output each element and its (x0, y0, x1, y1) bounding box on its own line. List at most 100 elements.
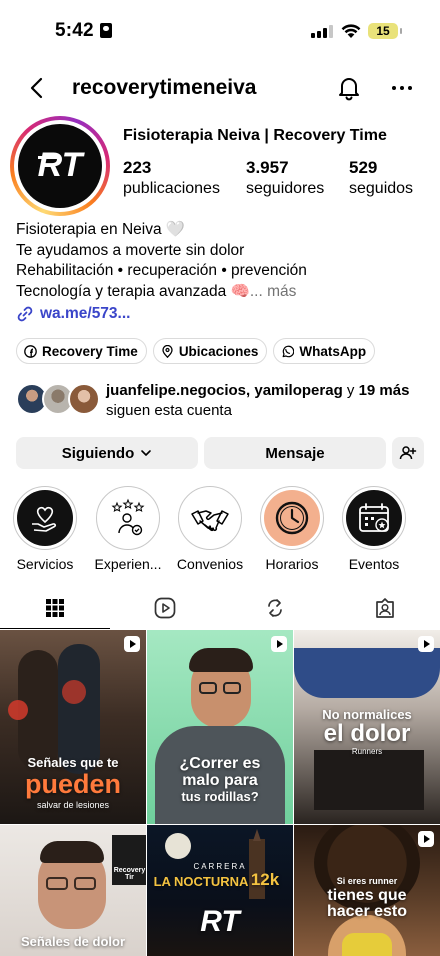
reels-icon (154, 597, 176, 619)
display-name: Fisioterapia Neiva | Recovery Time (123, 127, 387, 144)
rating-stars-icon (111, 498, 145, 536)
reel-icon (418, 831, 434, 847)
bio-line: Fisioterapia en Neiva 🤍 (16, 221, 186, 238)
post-caption: Si eres runner (336, 876, 398, 886)
post-thumbnail[interactable]: No normalices el dolor Runners (294, 630, 440, 824)
chip-facebook-label: Recovery Time (42, 343, 138, 359)
post-thumbnail[interactable]: Si eres runner tienes que hacer esto (294, 825, 440, 956)
tab-tagged[interactable] (330, 587, 440, 629)
status-bar: 5:42 15 (0, 0, 440, 62)
follower-avatar (68, 383, 100, 415)
posts-grid: Señales que te pueden salvar de lesiones… (0, 630, 440, 956)
clock-icon (275, 501, 309, 535)
stat-following[interactable]: 529 seguidos (349, 157, 413, 199)
message-button[interactable]: Mensaje (204, 437, 386, 469)
chip-locations[interactable]: Ubicaciones (152, 338, 268, 364)
stat-posts-value: 223 (123, 158, 152, 177)
highlight-services[interactable]: Servicios (5, 486, 85, 572)
mutual-followers-names: juanfelipe.negocios, yamiloperag (106, 382, 343, 399)
status-time: 5:42 (55, 20, 94, 41)
tab-reels[interactable] (110, 587, 220, 629)
highlight-schedule[interactable]: Horarios (252, 486, 332, 572)
highlight-label: Experien... (94, 556, 162, 572)
more-options-icon[interactable] (389, 75, 415, 101)
mutual-followers-others: 19 más (358, 382, 410, 399)
reposts-icon (268, 599, 282, 617)
post-caption: Runners (351, 747, 383, 756)
chevron-down-icon (141, 450, 152, 456)
reel-icon (124, 636, 140, 652)
stat-followers-label: seguidores (246, 180, 325, 197)
post-thumbnail[interactable]: Recovery Tir Señales de dolor (0, 825, 146, 956)
highlight-label: Convenios (176, 556, 244, 572)
post-caption: Señales de dolor (20, 934, 126, 949)
reel-icon (418, 636, 434, 652)
post-caption: salvar de lesiones (36, 800, 110, 810)
profile-link-text: wa.me/573... (40, 305, 131, 322)
add-person-icon (399, 446, 417, 460)
story-highlights: Servicios Experien... Convenios Horarios… (0, 486, 440, 576)
handshake-icon (191, 510, 229, 532)
bio-more-link[interactable]: ... más (250, 283, 297, 300)
link-icon (17, 306, 33, 322)
post-thumbnail[interactable]: ¿Correr es malo para tus rodillas? (147, 630, 293, 824)
bio-line: Tecnología y terapia avanzada 🧠 (16, 282, 250, 300)
post-caption: LA NOCTURNA (153, 874, 249, 889)
highlight-experiences[interactable]: Experien... (88, 486, 168, 572)
message-button-label: Mensaje (265, 444, 325, 462)
highlight-agreements[interactable]: Convenios (170, 486, 250, 572)
back-arrow-icon[interactable] (24, 75, 50, 101)
highlight-label: Horarios (265, 556, 319, 572)
highlight-label: Eventos (348, 556, 400, 572)
chip-whatsapp[interactable]: WhatsApp (273, 338, 376, 364)
avatar-logo-text: RT (38, 146, 86, 184)
whatsapp-icon (282, 345, 295, 357)
bell-icon[interactable] (336, 75, 362, 101)
profile-avatar[interactable]: RT (10, 116, 110, 216)
suggest-people-button[interactable] (392, 437, 424, 469)
stat-followers-value: 3.957 (246, 158, 289, 177)
profile-tabs (0, 587, 440, 629)
profile-username: recoverytimeneiva (72, 76, 257, 99)
profile-actions: Siguiendo Mensaje (16, 437, 424, 469)
chip-facebook[interactable]: Recovery Time (16, 338, 147, 364)
post-thumbnail[interactable]: Señales que te pueden salvar de lesiones (0, 630, 146, 824)
profile-link-chips: Recovery Time Ubicaciones WhatsApp (16, 338, 376, 364)
post-caption: 12k (250, 870, 280, 889)
stat-posts[interactable]: 223 publicaciones (123, 157, 220, 199)
bio-line-last: Tecnología y terapia avanzada 🧠... más (16, 282, 307, 303)
stat-followers[interactable]: 3.957 seguidores (246, 157, 324, 199)
tab-posts-grid[interactable] (0, 587, 110, 629)
tab-reposts[interactable] (220, 587, 330, 629)
battery-indicator: 15 (368, 23, 402, 39)
post-caption: pueden (24, 769, 121, 799)
post-caption: tienes que (327, 887, 407, 904)
bio-line: Rehabilitación • recuperación • prevenci… (16, 262, 307, 279)
post-logo: RT (200, 905, 240, 938)
tagged-icon (376, 598, 394, 618)
mutual-followers[interactable]: juanfelipe.negocios, yamiloperag y 19 má… (16, 381, 426, 421)
post-thumbnail[interactable]: CARRERA LA NOCTURNA 12k RT (147, 825, 293, 956)
chip-locations-label: Ubicaciones (178, 343, 259, 359)
post-caption: el dolor (323, 720, 411, 747)
post-caption: malo para (182, 772, 258, 789)
profile-header: recoverytimeneiva (0, 62, 440, 114)
wifi-icon (341, 24, 361, 38)
calendar-icon (359, 503, 389, 532)
bio-line: Te ayudamos a moverte sin dolor (16, 241, 245, 259)
mutual-followers-connector: y (342, 382, 359, 399)
profile-bio: Fisioterapia en Neiva 🤍 Te ayudamos a mo… (16, 220, 307, 302)
stat-following-value: 529 (349, 158, 378, 177)
highlight-label: Servicios (16, 556, 74, 572)
grid-icon (46, 599, 64, 617)
following-button[interactable]: Siguiendo (16, 437, 198, 469)
focus-mode-icon (100, 23, 112, 38)
stat-following-label: seguidos (349, 180, 414, 197)
profile-link[interactable]: wa.me/573... (16, 305, 130, 323)
chip-whatsapp-label: WhatsApp (299, 343, 367, 359)
facebook-icon (24, 344, 37, 358)
following-button-label: Siguiendo (61, 444, 135, 462)
highlight-events[interactable]: Eventos (334, 486, 414, 572)
post-caption: hacer esto (326, 903, 408, 920)
cellular-signal-icon (311, 25, 333, 38)
